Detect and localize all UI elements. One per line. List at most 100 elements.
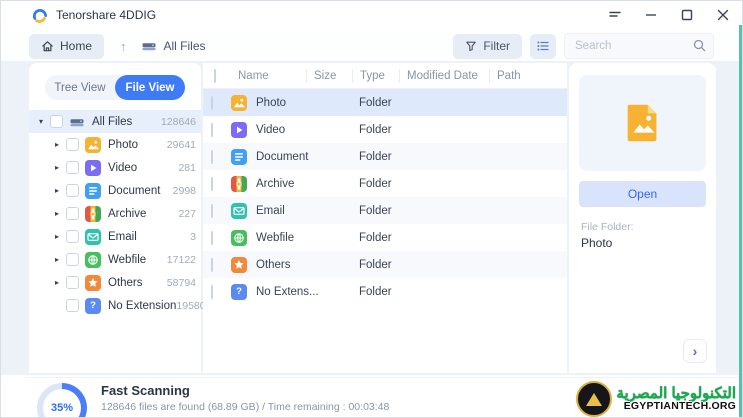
row-checkbox[interactable]	[211, 257, 213, 272]
row-type: Folder	[359, 204, 392, 217]
table-row-archive[interactable]: Archive Folder	[203, 170, 567, 197]
webfile-icon	[85, 251, 101, 268]
table-row-email[interactable]: Email Folder	[203, 197, 567, 224]
row-name: Document	[256, 150, 309, 163]
tree-checkbox[interactable]	[66, 161, 79, 174]
select-all-checkbox[interactable]	[214, 68, 216, 83]
document-icon	[85, 182, 101, 199]
tree-checkbox[interactable]	[66, 253, 79, 266]
home-icon	[42, 40, 53, 51]
tree-checkbox[interactable]	[66, 184, 79, 197]
minimize-icon[interactable]	[644, 8, 658, 22]
tree-item-video[interactable]: ▸ Video 281	[29, 156, 201, 179]
tree-item-count: 29641	[166, 138, 196, 151]
filter-label: Filter	[483, 39, 510, 53]
search-icon[interactable]	[692, 38, 707, 53]
tree-checkbox[interactable]	[50, 115, 63, 128]
tree-expand-arrow-icon[interactable]: ▸	[51, 278, 63, 287]
app-window: Tenorshare 4DDIG Home ↑ All Files Filter…	[0, 0, 743, 418]
row-checkbox[interactable]	[211, 203, 213, 218]
tree-checkbox[interactable]	[66, 299, 79, 312]
tree-checkbox[interactable]	[66, 138, 79, 151]
tree-item-archive[interactable]: ▸ Archive 227	[29, 202, 201, 225]
scan-title: Fast Scanning	[101, 383, 190, 398]
preview-panel: Open File Folder: Photo ›	[569, 63, 716, 373]
column-header-modified[interactable]: Modified Date	[399, 68, 489, 83]
menu-icon[interactable]	[608, 8, 622, 22]
table-row-video[interactable]: Video Folder	[203, 116, 567, 143]
tree-item-label: Archive	[108, 207, 147, 220]
tree-expand-arrow-icon[interactable]: ▸	[51, 186, 63, 195]
row-checkbox[interactable]	[211, 122, 213, 137]
photo-icon	[231, 94, 247, 111]
breadcrumb[interactable]: All Files	[141, 38, 206, 54]
maximize-icon[interactable]	[680, 8, 694, 22]
tree-expand-arrow-icon[interactable]: ▾	[35, 117, 47, 126]
row-type: Folder	[359, 258, 392, 271]
tree-item-document[interactable]: ▸ Document 2998	[29, 179, 201, 202]
table-row-document[interactable]: Document Folder	[203, 143, 567, 170]
tree-item-no-extension[interactable]: ? No Extension 19580	[29, 294, 206, 317]
filter-icon	[466, 41, 477, 52]
table-row-others[interactable]: Others Folder	[203, 251, 567, 278]
row-name: Archive	[256, 177, 295, 190]
row-type: Folder	[359, 177, 392, 190]
column-header-name[interactable]: Name	[231, 70, 306, 82]
row-name: Others	[256, 258, 291, 271]
scan-progress-value: 35%	[43, 389, 81, 417]
tree-expand-arrow-icon[interactable]: ▸	[51, 209, 63, 218]
tree-expand-arrow-icon[interactable]: ▸	[51, 140, 63, 149]
tab-tree-view[interactable]: Tree View	[45, 75, 115, 100]
tree-item-label: All Files	[92, 115, 133, 128]
email-icon	[85, 228, 101, 245]
table-row-photo[interactable]: Photo Folder	[203, 89, 567, 116]
tree-item-label: Webfile	[108, 253, 147, 266]
tree-item-count: 3	[190, 230, 196, 243]
tree-item-photo[interactable]: ▸ Photo 29641	[29, 133, 201, 156]
sidebar-panel: Tree View File View ▾ All Files 128646 ▸ Pho…	[29, 63, 206, 373]
tree-checkbox[interactable]	[66, 230, 79, 243]
tree-item-count: 2998	[172, 184, 196, 197]
table-row-webfile[interactable]: Webfile Folder	[203, 224, 567, 251]
row-checkbox[interactable]	[211, 230, 213, 245]
row-type: Folder	[359, 150, 392, 163]
tree-checkbox[interactable]	[66, 207, 79, 220]
filter-button[interactable]: Filter	[453, 33, 522, 59]
file-tree: ▾ All Files 128646 ▸ Photo 29641 ▸ Video 281 ▸ Doc…	[29, 110, 206, 317]
column-header-type[interactable]: Type	[352, 68, 399, 83]
row-checkbox[interactable]	[211, 176, 213, 191]
drive-icon	[141, 38, 157, 54]
noext-icon: ?	[231, 283, 247, 300]
tree-expand-arrow-icon[interactable]: ▸	[51, 163, 63, 172]
column-header-size[interactable]: Size	[306, 68, 352, 83]
others-icon	[85, 274, 101, 291]
tree-item-email[interactable]: ▸ Email 3	[29, 225, 201, 248]
document-icon	[231, 148, 247, 165]
up-arrow-icon[interactable]: ↑	[120, 39, 127, 54]
tree-item-count: 281	[178, 161, 196, 174]
home-button[interactable]: Home	[29, 33, 105, 59]
row-checkbox[interactable]	[211, 149, 213, 164]
tree-expand-arrow-icon[interactable]: ▸	[51, 232, 63, 241]
row-checkbox[interactable]	[211, 284, 213, 299]
close-icon[interactable]	[716, 8, 730, 22]
video-icon	[85, 159, 101, 176]
photo-icon	[85, 136, 101, 153]
tab-file-view[interactable]: File View	[115, 75, 185, 100]
tree-checkbox[interactable]	[66, 276, 79, 289]
table-header: Name Size Type Modified Date Path	[203, 63, 567, 89]
open-button[interactable]: Open	[579, 181, 706, 207]
column-header-path[interactable]: Path	[489, 68, 567, 83]
list-view-button[interactable]	[530, 33, 556, 59]
next-page-button[interactable]: ›	[683, 339, 707, 363]
tree-item-webfile[interactable]: ▸ Webfile 17122	[29, 248, 201, 271]
table-row-no-extens[interactable]: ? No Extens... Folder	[203, 278, 567, 305]
row-type: Folder	[359, 231, 392, 244]
tree-expand-arrow-icon[interactable]: ▸	[51, 255, 63, 264]
tree-item-all-files[interactable]: ▾ All Files 128646	[29, 110, 201, 133]
tree-item-others[interactable]: ▸ Others 58794	[29, 271, 201, 294]
row-checkbox[interactable]	[211, 95, 213, 110]
noext-icon: ?	[85, 297, 101, 314]
breadcrumb-label: All Files	[163, 39, 206, 53]
tree-item-count: 17122	[166, 253, 196, 266]
